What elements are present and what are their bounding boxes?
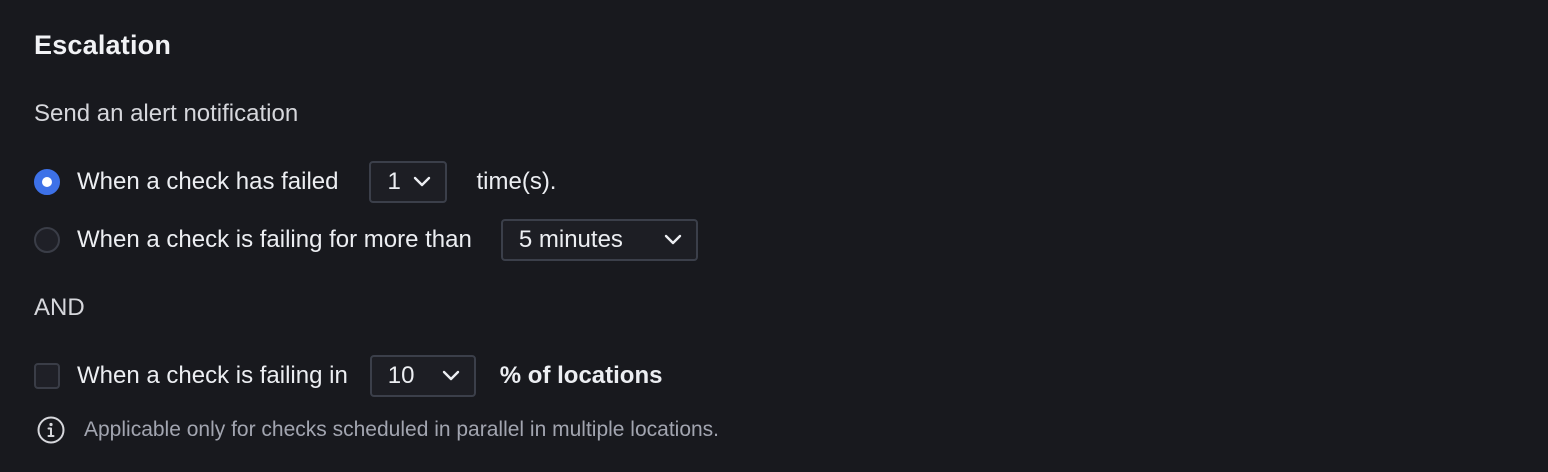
chevron-down-icon	[664, 234, 682, 245]
locations-percent-value: 10	[387, 362, 415, 389]
failing-duration-select[interactable]: 5 minutes	[500, 219, 698, 261]
failed-count-radio[interactable]	[34, 169, 60, 195]
locations-checkbox[interactable]	[34, 363, 60, 389]
section-title: Escalation	[34, 30, 172, 60]
failed-count-suffix: time(s).	[476, 168, 557, 195]
locations-percent-select[interactable]: 10	[369, 355, 476, 397]
option-failed-count: When a check has failed 1 time(s).	[34, 161, 556, 203]
chevron-down-icon	[442, 370, 459, 381]
hint-text: Applicable only for checks scheduled in …	[84, 418, 720, 441]
failed-count-select[interactable]: 1	[369, 161, 448, 203]
locations-suffix: % of locations	[499, 362, 663, 389]
option-failing-duration: When a check is failing for more than 5 …	[34, 219, 698, 261]
failing-duration-label[interactable]: When a check is failing for more than	[77, 226, 472, 254]
option-locations: When a check is failing in 10 % of locat…	[34, 355, 662, 397]
failing-duration-value: 5 minutes	[518, 226, 623, 253]
and-label: AND	[34, 294, 85, 321]
section-subtitle: Send an alert notification	[34, 100, 299, 127]
failed-count-label[interactable]: When a check has failed	[77, 168, 338, 196]
failed-count-value: 1	[387, 168, 401, 195]
escalation-panel: Escalation Send an alert notification Wh…	[0, 0, 1548, 472]
info-icon	[37, 416, 65, 444]
chevron-down-icon	[414, 176, 431, 187]
locations-label[interactable]: When a check is failing in	[77, 362, 348, 390]
hint: Applicable only for checks scheduled in …	[36, 415, 719, 445]
failing-duration-radio[interactable]	[34, 227, 60, 253]
